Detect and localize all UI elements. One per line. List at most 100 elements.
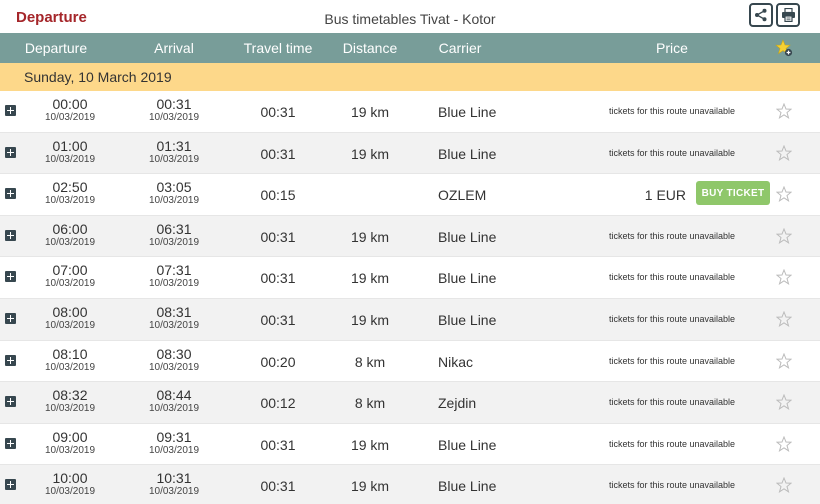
column-header-distance[interactable]: Distance bbox=[330, 40, 410, 56]
departure-date: 10/03/2019 bbox=[44, 361, 96, 373]
carrier: Blue Line bbox=[438, 228, 497, 245]
favorite-star-icon[interactable] bbox=[775, 185, 793, 203]
carrier: Blue Line bbox=[438, 145, 497, 162]
distance: 19 km bbox=[350, 436, 390, 453]
table-row[interactable]: 06:00 10/03/2019 06:31 10/03/2019 00:31 19 km… bbox=[0, 215, 820, 258]
favorite-star-icon[interactable] bbox=[775, 144, 793, 161]
distance: 19 km bbox=[350, 270, 390, 287]
departure-cell: 09:00 10/03/2019 bbox=[30, 430, 110, 456]
departure-cell: 06:00 10/03/2019 bbox=[30, 222, 110, 248]
arrival-time: 00:31 bbox=[156, 96, 192, 112]
table-row[interactable]: 01:00 10/03/2019 01:31 10/03/2019 00:31 19 km… bbox=[0, 132, 820, 175]
departure-date: 10/03/2019 bbox=[44, 153, 96, 165]
departure-time: 10:00 bbox=[52, 470, 88, 487]
tickets-unavailable-text: tickets for this route unavailable bbox=[608, 480, 736, 491]
travel-time: 00:12 bbox=[260, 395, 296, 412]
timetable-rows: 00:00 10/03/2019 00:31 10/03/2019 00:31 19 km… bbox=[0, 91, 820, 504]
table-header: Departure Arrival Travel time Distance C… bbox=[0, 33, 820, 63]
table-row[interactable]: 09:00 10/03/2019 09:31 10/03/2019 00:31 19 km… bbox=[0, 423, 820, 466]
arrival-cell: 07:31 10/03/2019 bbox=[134, 263, 214, 289]
travel-time: 00:31 bbox=[260, 104, 296, 120]
arrival-cell: 08:30 10/03/2019 bbox=[134, 347, 214, 373]
arrival-time: 08:31 bbox=[156, 303, 192, 320]
distance: 19 km bbox=[350, 145, 390, 162]
tickets-unavailable-text: tickets for this route unavailable bbox=[608, 106, 736, 116]
departure-time: 08:32 bbox=[52, 387, 88, 404]
arrival-date: 10/03/2019 bbox=[148, 278, 200, 290]
arrival-date: 10/03/2019 bbox=[148, 195, 200, 207]
favorite-star-icon[interactable] bbox=[775, 476, 793, 494]
expand-row-icon[interactable] bbox=[5, 312, 16, 324]
distance: 8 km bbox=[354, 395, 386, 412]
favorite-star-icon[interactable] bbox=[775, 227, 793, 244]
printer-icon bbox=[781, 8, 795, 22]
arrival-cell: 00:31 10/03/2019 bbox=[134, 97, 214, 123]
departure-time: 08:10 bbox=[52, 345, 88, 362]
carrier: Blue Line bbox=[438, 270, 497, 287]
carrier: Blue Line bbox=[438, 311, 497, 328]
top-bar: Departure Bus timetables Tivat - Kotor bbox=[0, 0, 820, 33]
arrival-cell: 03:05 10/03/2019 bbox=[134, 180, 214, 206]
departure-cell: 00:00 10/03/2019 bbox=[30, 97, 110, 123]
arrival-cell: 10:31 10/03/2019 bbox=[134, 471, 214, 497]
table-row[interactable]: 08:00 10/03/2019 08:31 10/03/2019 00:31 19 km… bbox=[0, 298, 820, 341]
expand-row-icon[interactable] bbox=[5, 479, 16, 491]
share-icon bbox=[755, 8, 767, 22]
arrival-date: 10/03/2019 bbox=[148, 319, 200, 331]
travel-time: 00:31 bbox=[260, 478, 296, 495]
star-add-icon[interactable] bbox=[775, 39, 793, 57]
column-header-carrier[interactable]: Carrier bbox=[420, 40, 500, 56]
departure-time: 06:00 bbox=[52, 220, 88, 237]
travel-time: 00:31 bbox=[260, 145, 296, 162]
table-row[interactable]: 02:50 10/03/2019 03:05 10/03/2019 00:15 OZLEM… bbox=[0, 174, 820, 216]
expand-row-icon[interactable] bbox=[5, 146, 16, 158]
column-header-price[interactable]: Price bbox=[632, 40, 712, 56]
departure-cell: 08:00 10/03/2019 bbox=[30, 305, 110, 331]
arrival-cell: 01:31 10/03/2019 bbox=[134, 139, 214, 165]
arrival-date: 10/03/2019 bbox=[148, 361, 200, 373]
departure-time: 00:00 bbox=[52, 96, 88, 112]
favorite-star-icon[interactable] bbox=[775, 269, 793, 286]
travel-time: 00:31 bbox=[260, 436, 296, 453]
carrier: Nikac bbox=[438, 353, 474, 370]
carrier: Blue Line bbox=[438, 436, 497, 453]
travel-time: 00:31 bbox=[260, 311, 296, 328]
share-button[interactable] bbox=[749, 3, 773, 27]
favorite-star-icon[interactable] bbox=[775, 102, 793, 119]
tickets-unavailable-text: tickets for this route unavailable bbox=[608, 438, 736, 449]
table-row[interactable]: 07:00 10/03/2019 07:31 10/03/2019 00:31 19 km… bbox=[0, 257, 820, 299]
table-row[interactable]: 08:10 10/03/2019 08:30 10/03/2019 00:20 8 km N… bbox=[0, 340, 820, 383]
price-value: 1 EUR bbox=[644, 187, 686, 204]
expand-row-icon[interactable] bbox=[5, 437, 16, 449]
table-row[interactable]: 08:32 10/03/2019 08:44 10/03/2019 00:12 8 km Z… bbox=[0, 382, 820, 424]
column-header-arrival[interactable]: Arrival bbox=[134, 40, 214, 56]
favorite-star-icon[interactable] bbox=[775, 393, 793, 411]
arrival-date: 10/03/2019 bbox=[148, 486, 200, 498]
departure-cell: 08:32 10/03/2019 bbox=[30, 388, 110, 414]
expand-row-icon[interactable] bbox=[5, 188, 16, 200]
column-header-departure[interactable]: Departure bbox=[16, 40, 96, 56]
expand-row-icon[interactable] bbox=[5, 105, 16, 116]
table-row[interactable]: 10:00 10/03/2019 10:31 10/03/2019 00:31 19 km… bbox=[0, 465, 820, 504]
favorite-star-icon[interactable] bbox=[775, 352, 793, 369]
expand-row-icon[interactable] bbox=[5, 229, 16, 241]
table-row[interactable]: 00:00 10/03/2019 00:31 10/03/2019 00:31 19 km… bbox=[0, 91, 820, 133]
departure-date: 10/03/2019 bbox=[44, 278, 96, 290]
favorite-star-icon[interactable] bbox=[775, 310, 793, 327]
print-button[interactable] bbox=[776, 3, 800, 27]
expand-row-icon[interactable] bbox=[5, 271, 16, 283]
expand-row-icon[interactable] bbox=[5, 396, 16, 408]
arrival-date: 10/03/2019 bbox=[148, 236, 200, 248]
arrival-time: 01:31 bbox=[156, 137, 192, 154]
tickets-unavailable-text: tickets for this route unavailable bbox=[608, 355, 736, 366]
expand-row-icon[interactable] bbox=[5, 354, 16, 366]
favorite-star-icon[interactable] bbox=[775, 435, 793, 452]
departure-time: 07:00 bbox=[52, 262, 88, 279]
buy-ticket-button[interactable]: BUY TICKET bbox=[696, 181, 770, 206]
departure-date: 10/03/2019 bbox=[44, 403, 96, 415]
distance: 19 km bbox=[350, 228, 390, 245]
departure-date: 10/03/2019 bbox=[44, 319, 96, 331]
column-header-travel-time[interactable]: Travel time bbox=[238, 40, 318, 56]
departure-cell: 08:10 10/03/2019 bbox=[30, 347, 110, 373]
arrival-date: 10/03/2019 bbox=[148, 444, 200, 456]
